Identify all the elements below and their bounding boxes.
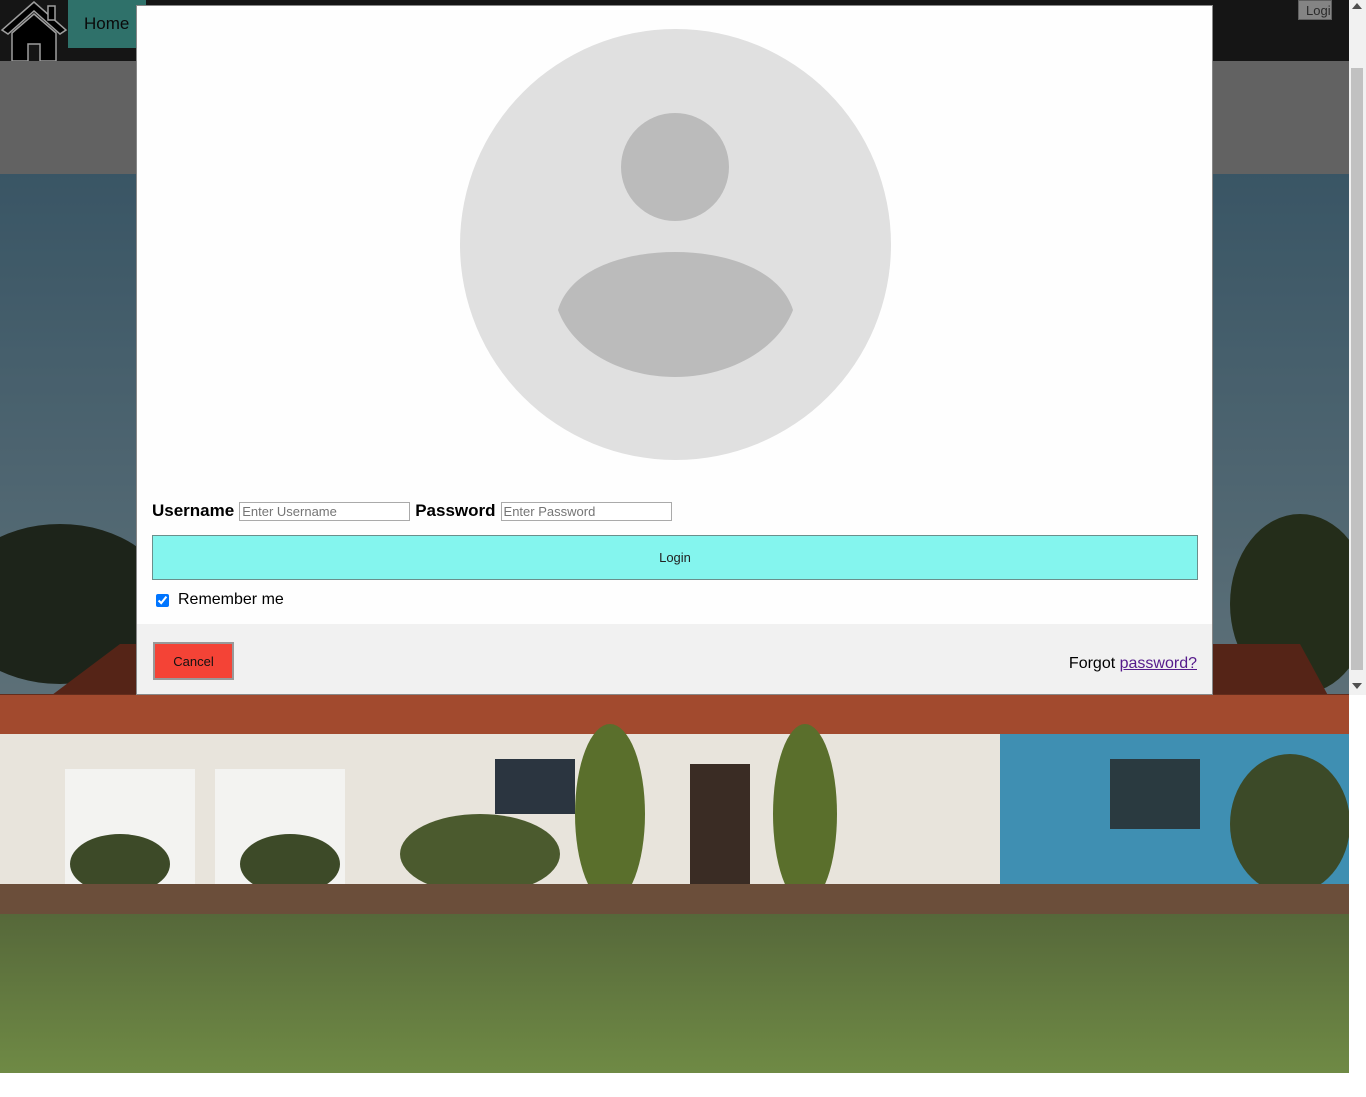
forgot-prefix: Forgot (1068, 655, 1116, 672)
remember-me-checkbox[interactable] (156, 593, 169, 607)
password-label: Password (415, 501, 496, 520)
login-modal: Username Password Login Remember me Canc… (136, 5, 1213, 695)
scrollbar-thumb[interactable] (1351, 68, 1363, 670)
username-input[interactable] (239, 501, 411, 521)
remember-me-label: Remember me (178, 591, 284, 608)
scroll-up-arrow-icon[interactable] (1352, 3, 1362, 9)
login-submit-button[interactable]: Login (152, 535, 1198, 580)
forgot-password-text: Forgot password? (1069, 655, 1197, 673)
scroll-down-arrow-icon[interactable] (1352, 683, 1362, 689)
scrollbar[interactable] (1349, 0, 1366, 695)
forgot-password-link[interactable]: password? (1120, 655, 1197, 672)
username-label: Username (152, 501, 235, 520)
avatar-icon (460, 29, 891, 460)
page: Home Login (0, 0, 1366, 1097)
cancel-button[interactable]: Cancel (153, 642, 234, 680)
remember-me-row: Remember me (156, 589, 284, 611)
password-input[interactable] (500, 501, 672, 521)
modal-footer: Cancel Forgot password? (137, 624, 1212, 694)
credentials-row: Username Password (152, 500, 672, 522)
